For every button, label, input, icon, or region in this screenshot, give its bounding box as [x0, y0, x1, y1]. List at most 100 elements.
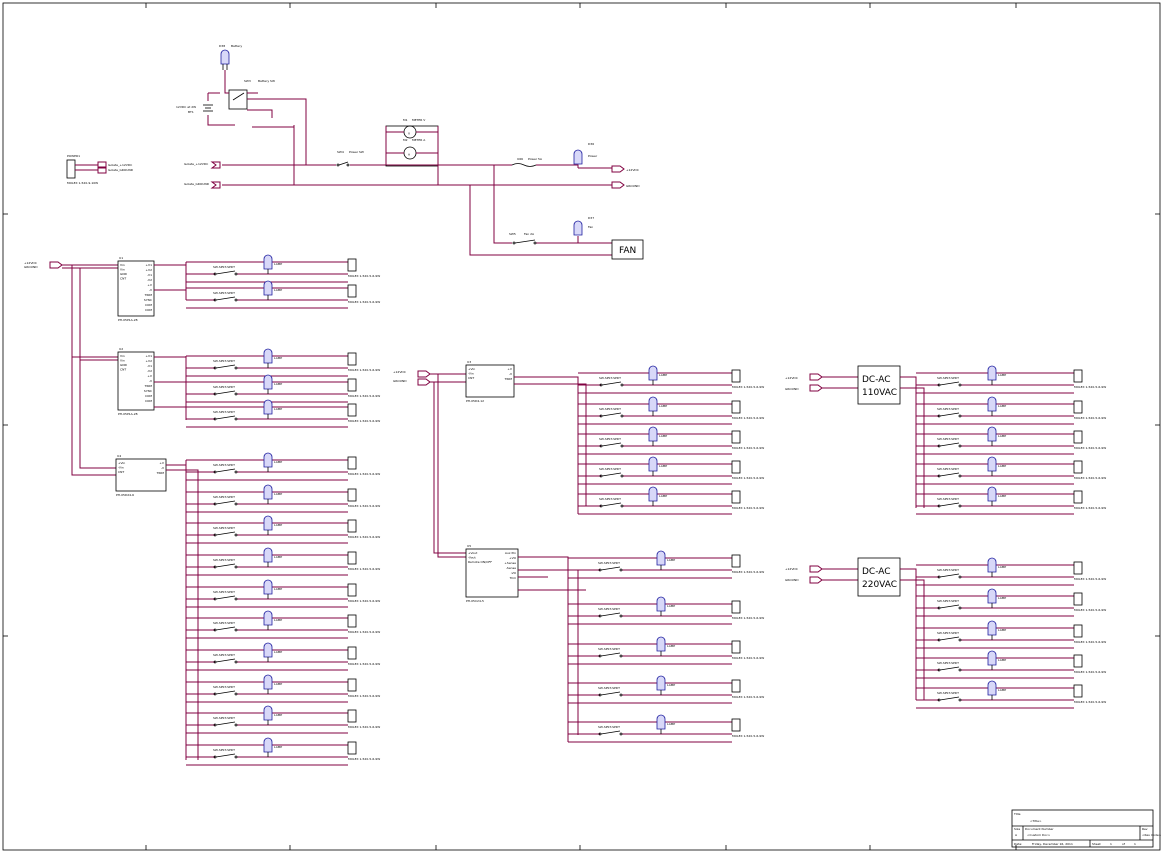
output-channel[interactable]: SW-SPST-SPDT LAMP MOLEX 1-520-5-6-9W — [916, 396, 1106, 425]
output-channel[interactable]: SW-SPST-SPDT LAMP MOLEX 1-520-5-6-9W — [186, 610, 380, 639]
ic-u1[interactable]: U1PH-05P1A-28VinVinGNDCNT+V1+V2-V1-V2+V-… — [117, 256, 155, 322]
switch-lever — [939, 573, 960, 578]
lamp-value: LAMP — [667, 604, 675, 608]
fan-switch[interactable]: SW5 Fan 2A — [509, 232, 537, 245]
output-channel[interactable]: SW-SPST-SPDT LAMP MOLEX 1-520-5-6-9W — [186, 348, 380, 377]
fan-led-ref: D37 — [588, 216, 594, 220]
connector-value: MOLEX 1-520-5-6-9W — [1074, 700, 1106, 704]
switch-contact — [234, 470, 238, 474]
output-channel[interactable]: SW-SPST-SPDT LAMP MOLEX 1-520-5-6-9W — [186, 374, 380, 403]
battery-led[interactable]: D38 Battery — [219, 44, 242, 70]
switch-lever — [215, 595, 236, 600]
dcac-110-converter[interactable]: +12VDC GROUND DC-AC 110VAC — [785, 365, 925, 508]
switch-value: SW-SPST-SPDT — [599, 437, 621, 441]
ic-part: PH-05D4-12 — [466, 399, 484, 403]
output-channel[interactable]: SW-SPST-SPDT LAMP MOLEX 1-520-5-6-9W — [916, 620, 1106, 649]
connector-value: MOLEX 1-520-5-6-9W — [348, 694, 380, 698]
switch-lever — [939, 666, 960, 671]
output-channel[interactable]: SW-SPST-SPDT LAMP MOLEX 1-520-5-6-9W — [916, 588, 1106, 617]
battery-symbol[interactable]: 12VDC at 2W BT1 — [176, 104, 213, 114]
output-channel[interactable]: SW-SPST-SPDT LAMP MOLEX 1-520-5-6-9W — [568, 636, 764, 665]
title-value: <Title> — [1030, 819, 1042, 823]
ic-pin-right: -V1 — [147, 273, 152, 277]
ic-u3[interactable]: U3PH-05D4-12+Vin-VinCNT+V-VTRIM — [465, 360, 515, 403]
connector-body — [347, 551, 357, 565]
output-channel[interactable]: SW-SPST-SPDT LAMP MOLEX 1-520-5-6-9W — [186, 280, 380, 309]
volt-meter[interactable]: V M1 METER V — [403, 118, 426, 139]
switch-contact — [234, 755, 238, 759]
fan-led[interactable]: D37 Fan — [573, 216, 594, 236]
power-led[interactable]: D36 Power — [573, 142, 598, 165]
output-channel[interactable]: SW-SPST-SPDT LAMP MOLEX 1-520-5-6-9W — [916, 650, 1106, 679]
output-channel[interactable]: SW-SPST-SPDT LAMP MOLEX 1-520-5-6-9W — [916, 426, 1106, 455]
output-channel[interactable]: SW-SPST-SPDT LAMP MOLEX 1-520-5-6-9W — [568, 596, 764, 625]
output-channel[interactable]: SW-SPST-SPDT LAMP MOLEX 1-520-5-6-9W — [578, 486, 764, 515]
switch-lever — [601, 502, 622, 507]
switch-value: SW-SPST-SPDT — [598, 686, 620, 690]
size-label: Size — [1014, 827, 1020, 831]
amp-meter[interactable]: A M2 METER A — [403, 138, 426, 160]
ic-pin-left: CNT — [468, 376, 474, 380]
ic-u2[interactable]: U2PH-05P1A-28VinVinGNDCNT+V1+V2-V1-V2+V-… — [117, 347, 155, 416]
output-channel[interactable]: SW-SPST-SPDT LAMP MOLEX 1-520-5-6-9W — [578, 396, 764, 425]
output-channel[interactable]: SW-SPST-SPDT LAMP MOLEX 1-520-5-6-9W — [578, 456, 764, 485]
output-channel[interactable]: SW-SPST-SPDT LAMP MOLEX 1-520-5-6-9W — [916, 680, 1106, 709]
output-channel[interactable]: SW-SPST-SPDT LAMP MOLEX 1-520-5-6-9W — [916, 557, 1106, 586]
output-channel[interactable]: SW-SPST-SPDT LAMP MOLEX 1-520-5-6-9W — [186, 515, 380, 544]
switch-value: SW-SPST-SPDT — [213, 291, 235, 295]
connector-value: MOLEX 1-520-5-6-9W — [348, 757, 380, 761]
output-channel[interactable]: SW-SPST-SPDT LAMP MOLEX 1-520-5-6-9W — [186, 399, 380, 428]
output-channel[interactable]: SW-SPST-SPDT LAMP MOLEX 1-520-5-6-9W — [186, 674, 380, 703]
connector-body — [347, 519, 357, 533]
fan-switch-name: Fan 2A — [524, 232, 535, 236]
switch-contact — [958, 606, 962, 610]
output-channel[interactable]: SW-SPST-SPDT LAMP MOLEX 1-520-5-6-9W — [916, 456, 1106, 485]
ic-part: PH-05D24-6 — [116, 493, 134, 497]
ic-u4[interactable]: U4PH-05D24-6+Vin-VinCNT+V-VTRIM — [115, 454, 167, 497]
ic-pin-left: -Vin — [118, 466, 124, 470]
output-channel[interactable]: SW-SPST-SPDT LAMP MOLEX 1-520-5-6-9W — [568, 714, 764, 743]
fuse-name: Power 5A — [528, 157, 543, 161]
lamp-icon — [987, 396, 997, 412]
output-channel[interactable]: SW-SPST-SPDT LAMP MOLEX 1-520-5-6-9W — [916, 486, 1106, 515]
schematic-canvas[interactable]: Title <Title> Size A Document Number <Cu… — [0, 0, 1163, 853]
connector-body — [731, 679, 741, 693]
ic-u5[interactable]: U5 PH-05C24-5 +Vout-VoutRemote ON/OFF Aux P… — [465, 544, 519, 603]
switch-value: SW-SPST-SPDT — [937, 568, 959, 572]
dcac-220-converter[interactable]: +12VDC GROUND DC-AC 220VAC — [785, 557, 925, 700]
output-channel[interactable]: SW-SPST-SPDT LAMP MOLEX 1-520-5-6-9W — [568, 675, 764, 704]
switch-contact — [958, 504, 962, 508]
output-channel[interactable]: SW-SPST-SPDT LAMP MOLEX 1-520-5-6-9W — [916, 365, 1106, 394]
circuit-elements: U1PH-05P1A-28VinVinGNDCNT+V1+V2-V1-V2+V-… — [115, 254, 1106, 766]
output-channel[interactable]: SW-SPST-SPDT LAMP MOLEX 1-520-5-6-9W — [186, 547, 380, 576]
lamp-value: LAMP — [274, 650, 282, 654]
switch-contact — [234, 660, 238, 664]
ic-pin-left: CNT — [120, 277, 126, 281]
output-channel[interactable]: SW-SPST-SPDT LAMP MOLEX 1-520-5-6-9W — [578, 365, 764, 394]
output-channel[interactable]: SW-SPST-SPDT LAMP MOLEX 1-520-5-6-9W — [186, 484, 380, 513]
connector-body — [1073, 624, 1083, 638]
output-channel[interactable]: SW-SPST-SPDT LAMP MOLEX 1-520-5-6-9W — [186, 642, 380, 671]
output-channel[interactable]: SW-SPST-SPDT LAMP MOLEX 1-520-5-6-9W — [186, 705, 380, 734]
lamp-icon — [656, 675, 666, 691]
output-channel[interactable]: SW-SPST-SPDT LAMP MOLEX 1-520-5-6-9W — [568, 550, 764, 579]
battery-switch[interactable]: SW3 Battery SW — [228, 79, 275, 110]
lamp-icon — [648, 486, 658, 502]
switch-value: SW-SPST-SPDT — [213, 265, 235, 269]
power-connector[interactable]: POWER1 MOLEX 1-520-9-10W Isolate_+12VDC … — [66, 154, 134, 185]
connector-value: MOLEX 1-520-5-6-9W — [732, 446, 764, 450]
output-channel[interactable]: SW-SPST-SPDT LAMP MOLEX 1-520-5-6-9W — [186, 579, 380, 608]
connector-value: MOLEX 1-520-5-6-9W — [348, 599, 380, 603]
fan-box[interactable]: FAN — [611, 239, 644, 260]
power-switch[interactable]: SW4 Power SW — [336, 150, 364, 167]
output-channel[interactable]: SW-SPST-SPDT LAMP MOLEX 1-520-5-6-9W — [578, 426, 764, 455]
output-channel[interactable]: SW-SPST-SPDT LAMP MOLEX 1-520-5-6-9W — [186, 452, 380, 481]
connector-value: MOLEX 1-520-5-6-9W — [732, 616, 764, 620]
output-channel[interactable]: SW-SPST-SPDT LAMP MOLEX 1-520-5-6-9W — [186, 737, 380, 766]
dcac-110-input-g: GROUND — [785, 387, 799, 391]
switch-lever — [600, 612, 621, 617]
output-channel[interactable]: SW-SPST-SPDT LAMP MOLEX 1-520-5-6-9W — [186, 254, 380, 283]
lamp-icon — [987, 588, 997, 604]
ic-pin-right: -V1 — [147, 364, 152, 368]
lamp-value: LAMP — [659, 404, 667, 408]
